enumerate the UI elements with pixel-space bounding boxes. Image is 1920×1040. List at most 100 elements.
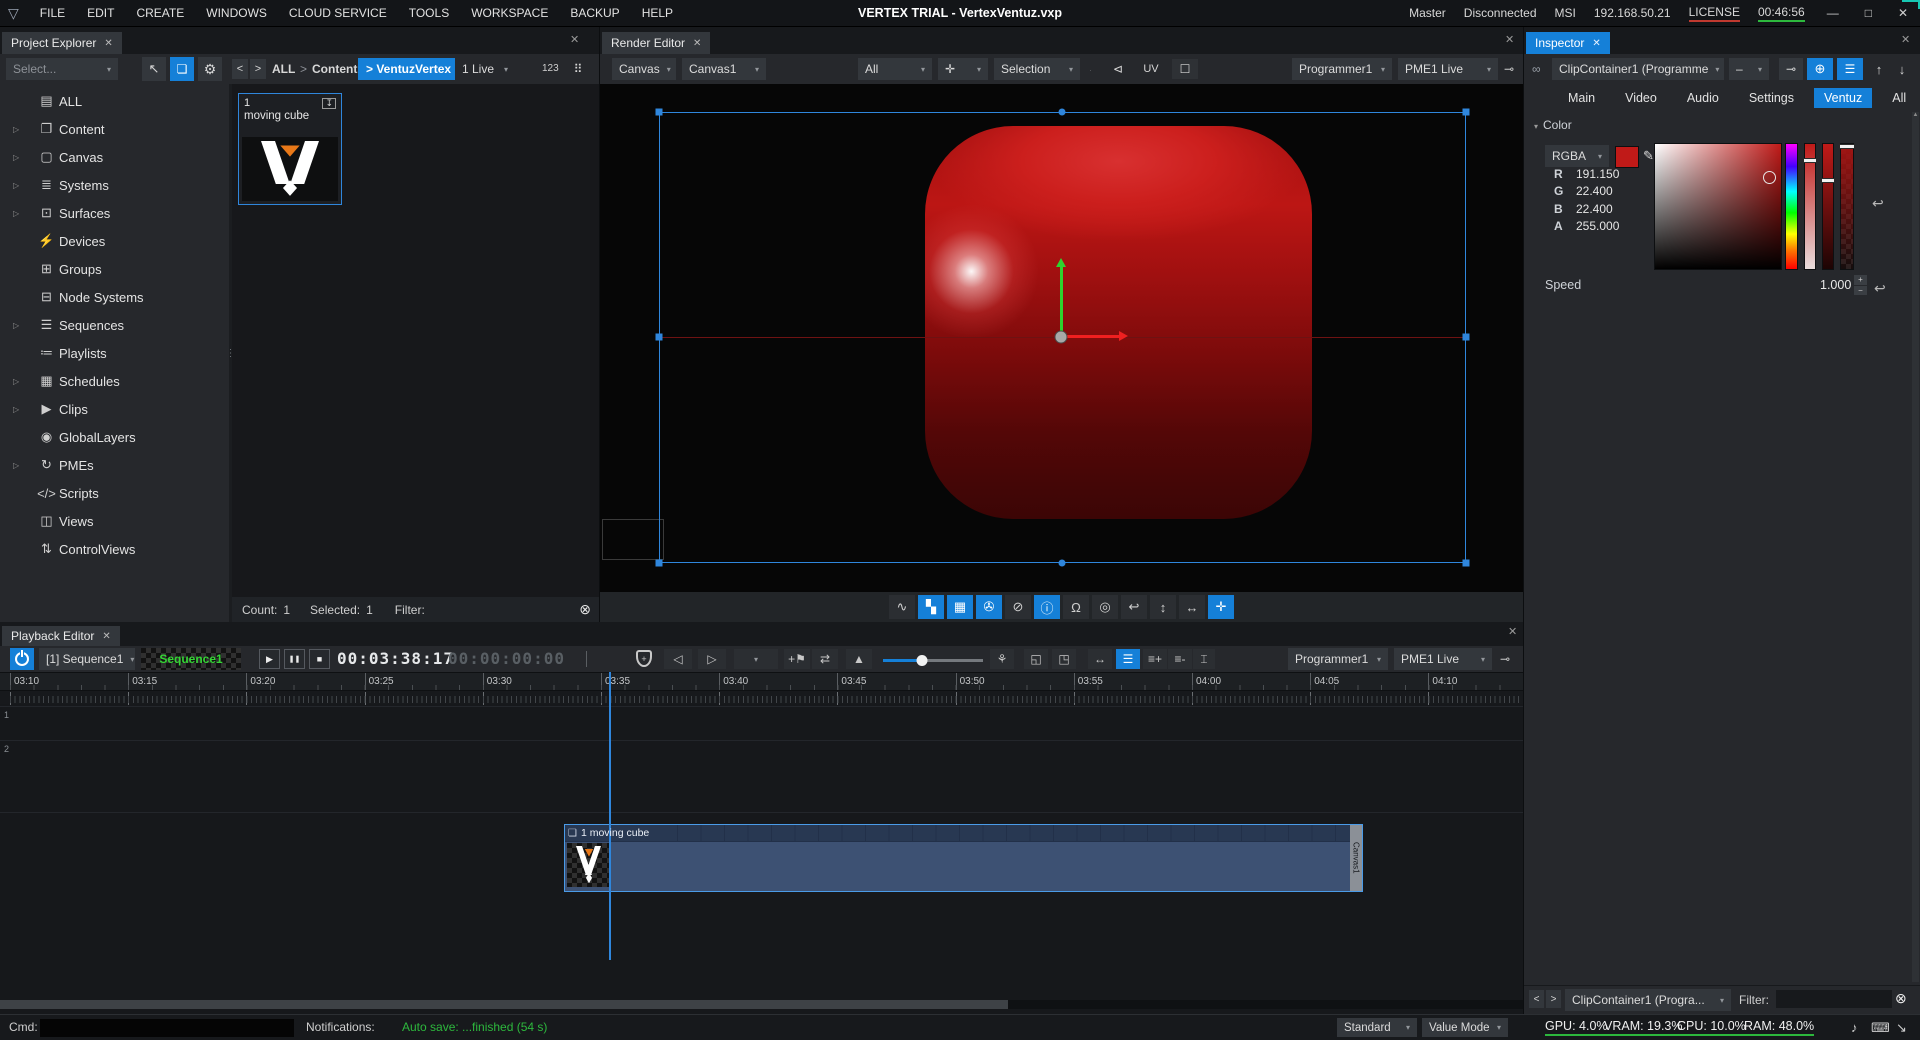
panel-close-icon[interactable]: ✕	[1505, 33, 1514, 46]
panel-close-icon[interactable]: ✕	[570, 33, 579, 46]
inspector-scrollbar[interactable]: ▲	[1912, 112, 1919, 982]
reset-speed-icon[interactable]: ↩	[1874, 280, 1886, 297]
resize-icon[interactable]: ↘	[1896, 1020, 1907, 1036]
menu-file[interactable]: FILE	[29, 6, 76, 20]
tab-close-icon[interactable]: ✕	[693, 38, 701, 49]
minimize-button[interactable]: —	[1823, 6, 1843, 20]
color-section-header[interactable]: ▾Color	[1534, 118, 1572, 132]
tree-item-scripts[interactable]: </>Scripts	[0, 479, 229, 507]
selection-handle[interactable]	[1463, 334, 1470, 341]
panel-close-icon[interactable]: ✕	[1901, 33, 1910, 46]
tree-item-content[interactable]: ▷❐Content	[0, 115, 229, 143]
camera-icon[interactable]: ✇	[976, 595, 1002, 619]
menu-backup[interactable]: BACKUP	[559, 6, 630, 20]
clear-filter-icon[interactable]: ⊗	[579, 601, 591, 618]
expand-icon[interactable]: ▷	[0, 125, 34, 134]
tab-render-editor[interactable]: Render Editor ✕	[602, 32, 710, 54]
channel-value[interactable]: 191.150	[1576, 167, 1619, 181]
grid-view-button[interactable]: ⠿	[566, 58, 590, 80]
follow-selection-button[interactable]: ⊕	[1807, 58, 1833, 80]
expand-icon[interactable]: ▷	[0, 321, 34, 330]
magnet-icon[interactable]: Ω	[1063, 595, 1089, 619]
tree-item-sequences[interactable]: ▷☰Sequences	[0, 311, 229, 339]
marker-add-icon[interactable]: +⚑	[784, 649, 810, 669]
maximize-button[interactable]: □	[1861, 6, 1876, 20]
info-icon[interactable]: ⓘ	[1034, 595, 1060, 619]
sequence-dropdown[interactable]: [1] Sequence1	[39, 648, 135, 670]
pixel-stats-icon[interactable]: ▚	[918, 595, 944, 619]
volume-icon[interactable]: ♪	[1851, 1020, 1858, 1035]
settings-button[interactable]: ⚙	[198, 57, 222, 81]
inspector-tab-audio[interactable]: Audio	[1677, 88, 1729, 108]
uv-view-button[interactable]: UV	[1136, 59, 1166, 79]
expand-icon[interactable]: ▷	[0, 181, 34, 190]
live-mode-dropdown[interactable]: 1 Live	[455, 58, 515, 80]
tab-inspector[interactable]: Inspector ✕	[1526, 32, 1610, 54]
footer-filter-input[interactable]	[1776, 990, 1892, 1008]
tree-item-node-systems[interactable]: ⊟Node Systems	[0, 283, 229, 311]
breadcrumb-parent[interactable]: Content	[312, 62, 357, 76]
selection-handle[interactable]	[656, 334, 663, 341]
pick-mode-button[interactable]: ❏	[170, 57, 194, 81]
property-list-button[interactable]: ☰	[1837, 58, 1863, 80]
marker-prev-icon[interactable]: ◁	[664, 649, 692, 669]
inspector-tab-video[interactable]: Video	[1615, 88, 1667, 108]
wireframe-off-icon[interactable]: ⊘	[1005, 595, 1031, 619]
mode-dropdown[interactable]: Standard	[1337, 1018, 1417, 1037]
tree-item-schedules[interactable]: ▷▦Schedules	[0, 367, 229, 395]
tree-item-globallayers[interactable]: ◉GlobalLayers	[0, 423, 229, 451]
tree-item-surfaces[interactable]: ▷⊡Surfaces	[0, 199, 229, 227]
track-view-icon[interactable]: ☰	[1116, 649, 1140, 669]
expand-icon[interactable]: ▷	[0, 153, 34, 162]
menu-help[interactable]: HELP	[631, 6, 684, 20]
menu-windows[interactable]: WINDOWS	[195, 6, 278, 20]
timeline-clip-moving-cube[interactable]: ❏ 1 moving cube Canvas1	[564, 824, 1363, 892]
fit-height-icon[interactable]: ↕	[1150, 595, 1176, 619]
slider-thumb[interactable]	[917, 655, 928, 666]
breadcrumb-current[interactable]: > VentuzVertex	[358, 58, 459, 80]
stepper-minus-icon[interactable]: −	[1854, 286, 1867, 296]
render-viewport[interactable]	[600, 84, 1523, 592]
breadcrumb-root[interactable]: ALL	[272, 62, 295, 76]
keypad-icon[interactable]: ⌨	[1871, 1020, 1890, 1036]
tree-item-controlviews[interactable]: ⇅ControlViews	[0, 535, 229, 563]
menu-edit[interactable]: EDIT	[76, 6, 125, 20]
pin-button[interactable]: ⊸	[1779, 58, 1803, 80]
expand-icon[interactable]: ▷	[0, 461, 34, 470]
expand-icon[interactable]: ▷	[0, 377, 34, 386]
selection-handle[interactable]	[1059, 560, 1066, 567]
play-button[interactable]: ▶	[259, 649, 280, 669]
flower-icon[interactable]: ⚘	[990, 649, 1014, 669]
close-button[interactable]: ✕	[1894, 6, 1912, 20]
tab-project-explorer[interactable]: Project Explorer ✕	[2, 32, 122, 54]
stop-button[interactable]: ■	[309, 649, 330, 669]
clip-header[interactable]: ❏ 1 moving cube	[565, 825, 1362, 842]
expand-clips-icon[interactable]: ↔	[1088, 649, 1112, 669]
tree-item-playlists[interactable]: ≔Playlists	[0, 339, 229, 367]
scrollbar-handle[interactable]	[0, 1000, 1008, 1009]
channel-value[interactable]: 22.400	[1576, 202, 1613, 216]
gizmo-y-axis[interactable]	[1060, 262, 1063, 335]
selection-mode-dropdown[interactable]: Selection	[994, 58, 1080, 80]
selection-handle[interactable]	[1059, 109, 1066, 116]
gizmo-center[interactable]	[1055, 331, 1068, 344]
timeline-scrollbar[interactable]	[0, 1000, 1523, 1009]
selection-handle[interactable]	[656, 560, 663, 567]
track-add-icon[interactable]: ≡+	[1143, 649, 1167, 669]
loop-end-icon[interactable]: ◳	[1052, 649, 1076, 669]
reset-color-icon[interactable]: ↩	[1872, 195, 1884, 212]
sv-gradient-square[interactable]	[1654, 143, 1782, 270]
tree-item-devices[interactable]: ⚡Devices	[0, 227, 229, 255]
inspector-tab-ventuz[interactable]: Ventuz	[1814, 88, 1872, 108]
preset-dropdown[interactable]: –	[1729, 58, 1769, 80]
tree-item-all[interactable]: ▤ALL	[0, 87, 229, 115]
history-back-button[interactable]: <	[1529, 990, 1544, 1008]
sv-cursor[interactable]	[1763, 171, 1776, 184]
waveform-icon[interactable]: ∿	[889, 595, 915, 619]
speed-stepper[interactable]: + −	[1854, 275, 1867, 295]
loop-start-icon[interactable]: ◱	[1024, 649, 1048, 669]
pin-icon[interactable]: ⊸	[1500, 652, 1510, 666]
color-mode-dropdown[interactable]: RGBA	[1545, 145, 1609, 167]
reset-view-icon[interactable]: ↩	[1121, 595, 1147, 619]
license-button[interactable]: LICENSE	[1689, 5, 1740, 22]
